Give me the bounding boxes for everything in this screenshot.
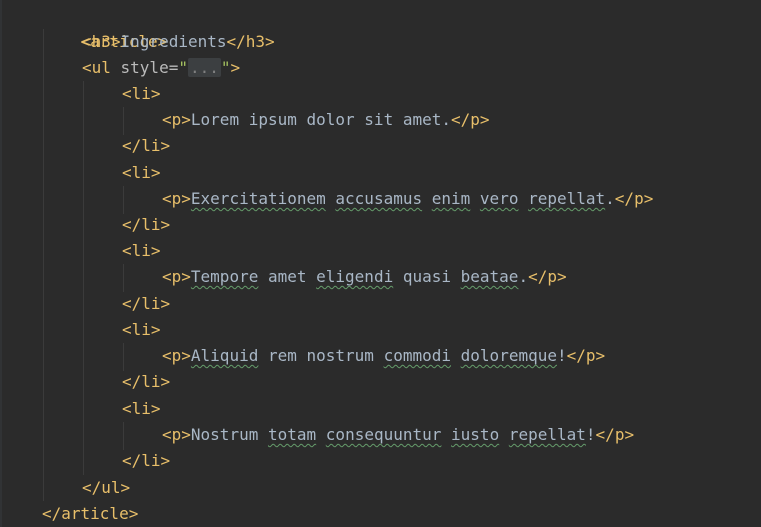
code-line[interactable]: <ul style="... "> [82, 55, 240, 81]
misspelled-word[interactable]: Tempore [191, 267, 258, 286]
li-open-tag: <li> [122, 84, 161, 103]
p-close-tag: </p> [528, 267, 567, 286]
code-line[interactable]: <li> [122, 160, 161, 186]
ul-open-tag-end: > [230, 58, 241, 77]
misspelled-word[interactable]: commodi [384, 346, 451, 365]
attribute-quote-close: " [220, 58, 231, 77]
li-close-tag: </li> [122, 451, 171, 470]
code-line[interactable]: </article> [42, 501, 138, 527]
item-text: Nostrum [190, 425, 259, 444]
ul-open-tag-start: <ul [82, 58, 121, 77]
item-text: . [518, 267, 529, 286]
code-line[interactable]: </ul> [82, 475, 130, 501]
misspelled-word[interactable]: enim [432, 189, 471, 208]
indent-guide-li-4 [123, 343, 124, 371]
p-open-tag: <p> [162, 110, 191, 129]
h3-text: Ingredients [120, 32, 227, 51]
item-text [499, 425, 509, 444]
editor-gutter-edge [0, 0, 2, 527]
p-open-tag: <p> [162, 267, 191, 286]
li-open-tag: <li> [122, 241, 161, 260]
code-line[interactable]: <p>Nostrum totam consequuntur iusto repe… [162, 422, 634, 448]
indent-guide-ul [83, 81, 84, 475]
code-line[interactable]: </li> [122, 448, 170, 474]
code-line[interactable]: <p>Tempore amet eligendi quasi beatae.</… [162, 264, 567, 290]
item-text: ! [556, 346, 567, 365]
misspelled-word[interactable]: consequuntur [326, 425, 442, 444]
li-close-tag: </li> [122, 294, 171, 313]
item-text [422, 189, 432, 208]
code-line[interactable]: </li> [122, 291, 170, 317]
p-open-tag: <p> [162, 425, 191, 444]
code-line[interactable]: </li> [122, 212, 170, 238]
li-close-tag: </li> [122, 136, 171, 155]
ul-close-tag: </ul> [82, 478, 131, 497]
item-text [470, 189, 480, 208]
item-text [441, 425, 451, 444]
p-close-tag: </p> [566, 346, 606, 365]
code-editor[interactable]: <article> <h3>Ingredients</h3> <ul style… [0, 0, 761, 527]
p-open-tag: <p> [162, 189, 191, 208]
misspelled-word[interactable]: totam [268, 425, 316, 444]
code-line[interactable]: <li> [122, 81, 161, 107]
code-line[interactable]: <h3>Ingredients</h3> [82, 29, 275, 55]
p-close-tag: </p> [614, 189, 654, 208]
indent-guide-li-1 [123, 107, 124, 135]
code-line[interactable]: <p>Lorem ipsum dolor sit amet.</p> [162, 107, 490, 133]
item-text: amet [258, 267, 317, 286]
li-close-tag: </li> [122, 372, 171, 391]
item-text [326, 189, 336, 208]
attribute-quote-open: " [178, 58, 188, 77]
item-text: Lorem ipsum dolor sit amet. [190, 110, 451, 129]
h3-open-tag: <h3> [82, 32, 121, 51]
item-text: rem nostrum [258, 346, 384, 365]
indent-guide-li-5 [123, 422, 124, 450]
code-line[interactable]: <p>Aliquid rem nostrum commodi doloremqu… [162, 343, 605, 369]
li-open-tag: <li> [122, 399, 161, 418]
indent-guide-li-2 [123, 186, 124, 214]
code-line[interactable]: </li> [122, 133, 170, 159]
indent-guide-li-3 [123, 264, 124, 292]
item-text [518, 189, 528, 208]
article-close-tag: </article> [42, 504, 139, 523]
p-close-tag: </p> [595, 425, 635, 444]
misspelled-word[interactable]: iusto [451, 425, 499, 444]
li-open-tag: <li> [122, 163, 161, 182]
misspelled-word[interactable]: beatae [461, 267, 519, 286]
code-line[interactable]: <li> [122, 238, 161, 264]
code-line[interactable]: <p>Exercitationem accusamus enim vero re… [162, 186, 653, 212]
misspelled-word[interactable]: doloremque [461, 346, 557, 365]
code-line[interactable]: <article> [42, 3, 168, 51]
li-open-tag: <li> [122, 320, 161, 339]
folded-attribute-value[interactable]: ... [187, 58, 221, 77]
misspelled-word[interactable]: accusamus [335, 189, 422, 208]
h3-close-tag: </h3> [226, 32, 275, 51]
item-text [451, 346, 461, 365]
item-text: quasi [393, 267, 461, 286]
p-open-tag: <p> [162, 346, 191, 365]
misspelled-word[interactable]: vero [480, 189, 519, 208]
p-close-tag: </p> [451, 110, 490, 129]
item-text: . [605, 189, 615, 208]
li-close-tag: </li> [122, 215, 171, 234]
item-text [258, 425, 268, 444]
style-attribute: style= [120, 58, 179, 77]
misspelled-word[interactable]: repellat [528, 189, 605, 208]
code-line[interactable]: </li> [122, 369, 170, 395]
misspelled-word[interactable]: Exercitationem [191, 189, 326, 208]
misspelled-word[interactable]: eligendi [316, 267, 393, 286]
item-text [316, 425, 326, 444]
misspelled-word[interactable]: Aliquid [191, 346, 258, 365]
misspelled-word[interactable]: repellat [509, 425, 586, 444]
code-line[interactable]: <li> [122, 317, 161, 343]
item-text: ! [585, 425, 596, 444]
indent-guide-article [43, 29, 44, 501]
code-line[interactable]: <li> [122, 396, 161, 422]
